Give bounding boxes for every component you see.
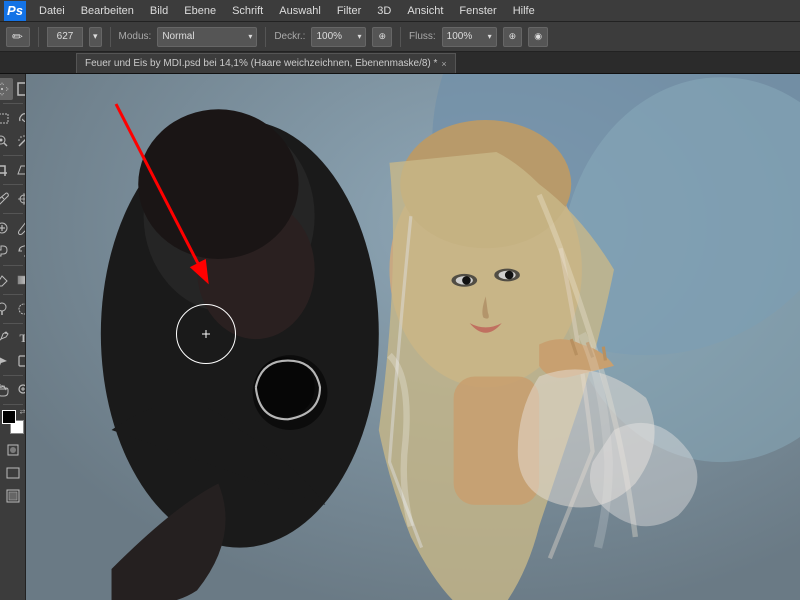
toolbar-divider-6 <box>3 294 23 295</box>
eyedropper-tool[interactable] <box>0 188 13 210</box>
tool-group-clone <box>0 240 26 262</box>
menu-bearbeiten[interactable]: Bearbeiten <box>74 3 141 19</box>
main-area: T ⇄ <box>0 74 800 600</box>
toolbar-divider-2 <box>3 155 23 156</box>
toolbar-divider-4 <box>3 213 23 214</box>
menu-hilfe[interactable]: Hilfe <box>506 3 542 19</box>
color-sampler-tool[interactable] <box>13 188 27 210</box>
eraser-tool[interactable] <box>0 269 13 291</box>
quick-select-tool[interactable] <box>0 130 13 152</box>
crop-tool[interactable] <box>0 159 13 181</box>
blur-tool[interactable] <box>13 298 27 320</box>
history-brush-tool[interactable] <box>13 240 27 262</box>
menu-ansicht[interactable]: Ansicht <box>400 3 450 19</box>
swap-colors-icon[interactable]: ⇄ <box>20 408 26 416</box>
tool-group-pen: T <box>0 327 26 349</box>
path-selection-tool[interactable] <box>0 350 13 372</box>
screen-mode[interactable] <box>2 462 24 484</box>
menu-auswahl[interactable]: Auswahl <box>272 3 328 19</box>
hand-tool[interactable] <box>0 379 13 401</box>
tool-group-hand <box>0 379 26 401</box>
menu-ebene[interactable]: Ebene <box>177 3 223 19</box>
tool-group-move <box>0 78 26 100</box>
tool-group-crop <box>0 159 26 181</box>
pressure-flow-icon[interactable]: ⊕ <box>503 27 523 47</box>
text-tool[interactable]: T <box>13 327 27 349</box>
brush-preset-picker[interactable]: ▾ <box>89 27 102 47</box>
toolbar-divider-3 <box>3 184 23 185</box>
quick-mask-mode[interactable] <box>2 439 24 461</box>
toolbar-divider-7 <box>3 323 23 324</box>
airbrush-icon[interactable]: ◉ <box>528 27 548 47</box>
mode-dropdown[interactable]: Normal ▾ <box>157 27 257 47</box>
color-swatches-area: ⇄ <box>2 410 24 434</box>
tool-group-dodge <box>0 298 26 320</box>
artboard-tool[interactable] <box>13 78 27 100</box>
dodge-tool[interactable] <box>0 298 13 320</box>
toolbar-divider-5 <box>3 265 23 266</box>
ps-logo: Ps <box>4 1 26 21</box>
tool-group-path <box>0 350 26 372</box>
menu-schrift[interactable]: Schrift <box>225 3 270 19</box>
lasso-tool[interactable] <box>13 107 27 129</box>
toolbar-divider-1 <box>3 103 23 104</box>
magic-wand-tool[interactable] <box>13 130 27 152</box>
foreground-color-swatch[interactable] <box>2 410 16 424</box>
shape-tool[interactable] <box>13 350 27 372</box>
mode-label: Modus: <box>119 31 152 42</box>
toolbar-divider-9 <box>3 404 23 405</box>
gradient-tool[interactable] <box>13 269 27 291</box>
tool-group-selection <box>0 107 26 129</box>
opacity-label: Deckr.: <box>274 31 305 42</box>
options-bar: ✏ 627 ▾ Modus: Normal ▾ Deckr.: 100% ▾ ⊕… <box>0 22 800 52</box>
perspective-crop-tool[interactable] <box>13 159 27 181</box>
tab-title: Feuer und Eis by MDI.psd bei 14,1% (Haar… <box>85 58 437 69</box>
brush-tool-icon[interactable]: ✏ <box>6 27 30 47</box>
menu-datei[interactable]: Datei <box>32 3 72 19</box>
flow-label: Fluss: <box>409 31 436 42</box>
tool-group-eraser <box>0 269 26 291</box>
clone-stamp-tool[interactable] <box>0 240 13 262</box>
change-screen-mode[interactable] <box>2 485 24 507</box>
document-tab[interactable]: Feuer und Eis by MDI.psd bei 14,1% (Haar… <box>76 53 456 73</box>
toolbar-divider-8 <box>3 375 23 376</box>
canvas-area <box>26 74 800 600</box>
menu-bar: Ps Datei Bearbeiten Bild Ebene Schrift A… <box>0 0 800 22</box>
tool-group-eyedropper <box>0 188 26 210</box>
spot-healing-tool[interactable] <box>0 217 13 239</box>
menu-fenster[interactable]: Fenster <box>452 3 503 19</box>
menu-3d[interactable]: 3D <box>370 3 398 19</box>
mode-dropdown-arrow: ▾ <box>248 32 252 41</box>
menu-bild[interactable]: Bild <box>143 3 175 19</box>
flow-arrow: ▾ <box>488 32 492 41</box>
tab-close-button[interactable]: × <box>441 59 446 69</box>
move-tool[interactable] <box>0 78 13 100</box>
zoom-tool[interactable] <box>13 379 27 401</box>
pressure-opacity-icon[interactable]: ⊕ <box>372 27 392 47</box>
flow-dropdown[interactable]: 100% ▾ <box>442 27 497 47</box>
tool-group-heal <box>0 217 26 239</box>
pen-tool[interactable] <box>0 327 13 349</box>
menu-filter[interactable]: Filter <box>330 3 368 19</box>
opacity-dropdown[interactable]: 100% ▾ <box>311 27 366 47</box>
left-toolbar: T ⇄ <box>0 74 26 600</box>
brush-tool[interactable] <box>13 217 27 239</box>
tab-bar: Feuer und Eis by MDI.psd bei 14,1% (Haar… <box>0 52 800 74</box>
opacity-arrow: ▾ <box>357 32 361 41</box>
canvas-artwork <box>26 74 800 600</box>
rect-marquee-tool[interactable] <box>0 107 13 129</box>
brush-size-display[interactable]: 627 <box>47 27 83 47</box>
tool-group-quickselect <box>0 130 26 152</box>
